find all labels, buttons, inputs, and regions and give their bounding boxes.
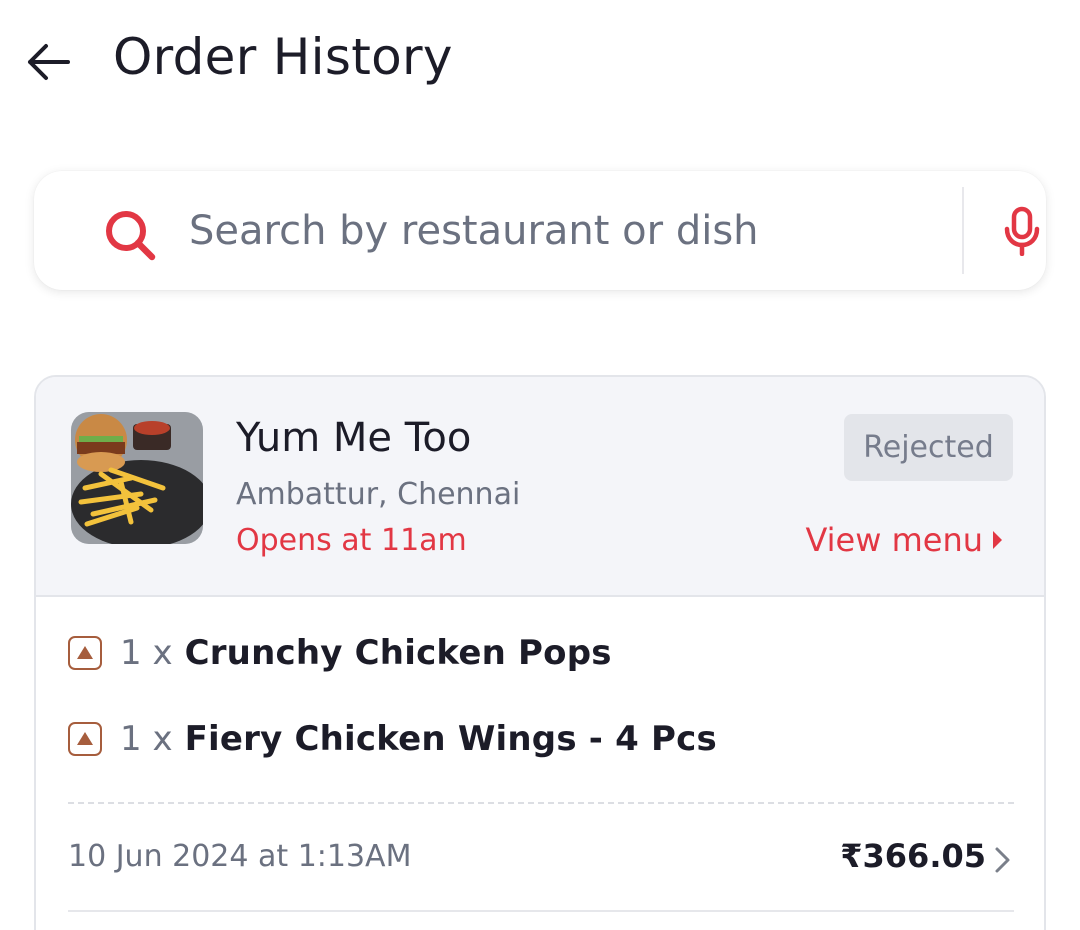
view-menu-label: View menu (805, 521, 983, 559)
item-quantity: 1 x (120, 633, 173, 673)
restaurant-opening-time: Opens at 11am (236, 523, 467, 558)
search-input[interactable] (189, 201, 919, 261)
restaurant-image (71, 412, 203, 544)
order-item: 1 x Crunchy Chicken Pops (68, 633, 612, 673)
restaurant-name: Yum Me Too (236, 415, 472, 461)
order-date: 10 Jun 2024 at 1:13AM (68, 839, 412, 874)
status-badge: Rejected (844, 414, 1013, 481)
item-quantity: 1 x (120, 719, 173, 759)
microphone-icon (1004, 206, 1040, 256)
non-veg-icon (68, 636, 102, 670)
restaurant-location: Ambattur, Chennai (236, 477, 521, 512)
restaurant-section[interactable]: Yum Me Too Ambattur, Chennai Opens at 11… (36, 377, 1044, 597)
chevron-right-icon[interactable] (992, 845, 1014, 875)
caret-right-icon (993, 531, 1002, 549)
arrow-left-icon (28, 44, 70, 80)
search-bar[interactable] (34, 171, 1046, 290)
order-total[interactable]: ₹366.05 (840, 837, 986, 875)
dashed-divider (68, 802, 1014, 804)
divider (68, 910, 1014, 912)
order-item: 1 x Fiery Chicken Wings - 4 Pcs (68, 719, 717, 759)
item-name: Fiery Chicken Wings - 4 Pcs (184, 719, 717, 759)
order-card[interactable]: Yum Me Too Ambattur, Chennai Opens at 11… (34, 375, 1046, 930)
page-title: Order History (113, 28, 453, 86)
item-name: Crunchy Chicken Pops (184, 633, 612, 673)
view-menu-link[interactable]: View menu (805, 521, 1002, 559)
non-veg-icon (68, 722, 102, 756)
voice-search-button[interactable] (992, 199, 1052, 263)
app-header: Order History (0, 0, 1080, 130)
search-divider (962, 187, 964, 274)
back-button[interactable] (20, 36, 76, 88)
search-icon (106, 211, 156, 261)
